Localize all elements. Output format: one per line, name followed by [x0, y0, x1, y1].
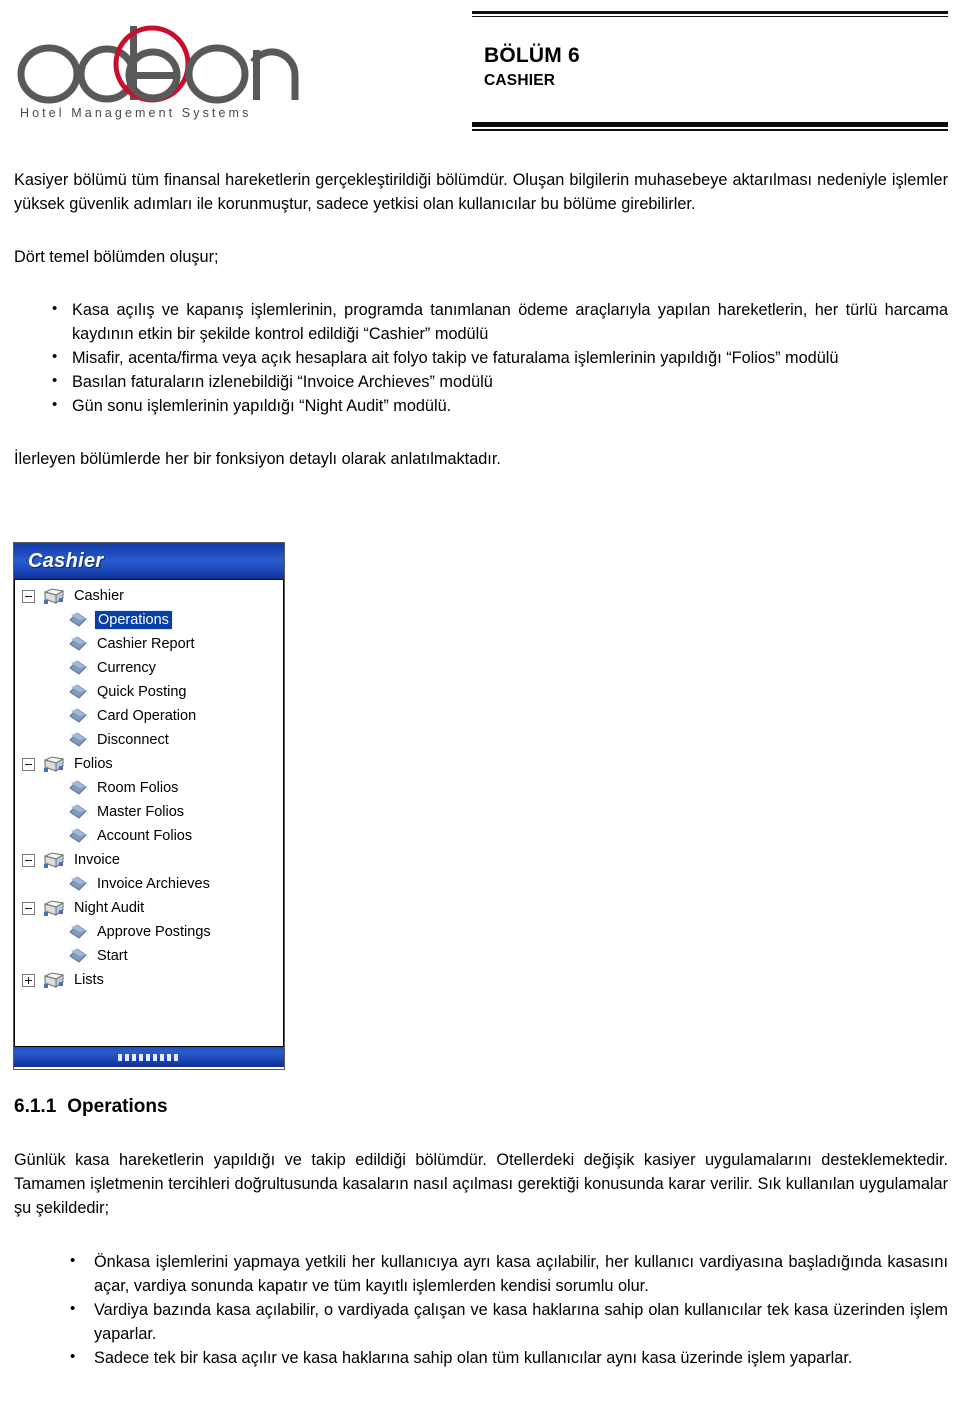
list-item: Sadece tek bir kasa açılır ve kasa hakla…	[14, 1345, 948, 1370]
section-number: 6.1.1	[14, 1096, 57, 1117]
tree-node-label: Approve Postings	[97, 924, 211, 940]
tree-node-quick-posting[interactable]: Quick Posting	[15, 680, 283, 704]
diamond-icon	[68, 827, 88, 845]
tree-node-currency[interactable]: Currency	[15, 656, 283, 680]
diamond-icon	[68, 803, 88, 821]
list-item: Vardiya bazında kasa açılabilir, o vardi…	[14, 1297, 948, 1346]
tree-node-operations[interactable]: Operations	[15, 608, 283, 632]
tree-node-room-folios[interactable]: Room Folios	[15, 776, 283, 800]
tree-node-label: Account Folios	[97, 828, 193, 844]
list-item: Gün sonu işlemlerinin yapıldığı “Night A…	[14, 393, 948, 418]
section-title: Operations	[67, 1096, 168, 1117]
folder-icon	[43, 851, 65, 869]
tree-node-approve-postings[interactable]: Approve Postings	[15, 920, 283, 944]
tree-node-folios[interactable]: Folios	[15, 752, 283, 776]
diamond-icon	[68, 779, 88, 797]
tree-node-label: Operations	[94, 610, 173, 630]
section-bullet-list: Önkasa işlemlerini yapmaya yetkili her k…	[14, 1249, 948, 1370]
collapse-icon[interactable]	[22, 853, 35, 867]
tree-resize-grip[interactable]	[14, 1046, 284, 1067]
tree-node-cashier-report[interactable]: Cashier Report	[15, 632, 283, 656]
usage-list: Önkasa işlemlerini yapmaya yetkili her k…	[14, 1249, 948, 1370]
tree-node-invoice[interactable]: Invoice	[15, 848, 283, 872]
tree-node-label: Night Audit	[74, 900, 145, 916]
folder-icon	[43, 971, 65, 989]
tree-node-label: Card Operation	[97, 708, 197, 724]
diamond-icon	[68, 731, 88, 749]
diamond-icon	[68, 875, 88, 893]
grip-dots-icon	[118, 1054, 180, 1061]
page-header: Hotel Management Systems BÖLÜM 6 CASHIER	[0, 0, 960, 150]
intro-lead-in: Dört temel bölümden oluşur;	[14, 248, 219, 266]
tree-node-label: Folios	[74, 756, 113, 772]
tree-node-label: Lists	[74, 972, 104, 988]
tree-node-label: Cashier	[74, 588, 124, 604]
expand-icon[interactable]	[22, 973, 35, 987]
tree-node-night-audit[interactable]: Night Audit	[15, 896, 283, 920]
diamond-icon	[68, 947, 88, 965]
collapse-icon[interactable]	[22, 757, 35, 771]
tree-node-master-folios[interactable]: Master Folios	[15, 800, 283, 824]
header-rule-bottom	[472, 122, 948, 131]
diamond-icon	[68, 683, 88, 701]
tree-title-bar: Cashier	[14, 543, 284, 580]
intro-closing: İlerleyen bölümlerde her bir fonksiyon d…	[14, 450, 501, 468]
tree-node-lists[interactable]: Lists	[15, 968, 283, 992]
tree-node-cashier[interactable]: Cashier	[15, 584, 283, 608]
intro-paragraph: Kasiyer bölümü tüm finansal hareketlerin…	[14, 171, 948, 213]
tree-node-label: Invoice	[74, 852, 120, 868]
list-item: Kasa açılış ve kapanış işlemlerinin, pro…	[14, 297, 948, 346]
tree-node-invoice-archieves[interactable]: Invoice Archieves	[15, 872, 283, 896]
section-heading: 6.1.1 Operations	[14, 1096, 168, 1118]
collapse-icon[interactable]	[22, 589, 35, 603]
list-item: Önkasa işlemlerini yapmaya yetkili her k…	[14, 1249, 948, 1298]
tree-node-label: Master Folios	[97, 804, 185, 820]
tree-node-label: Cashier Report	[97, 636, 195, 652]
diamond-icon	[68, 659, 88, 677]
logo-tagline: Hotel Management Systems	[20, 106, 252, 120]
section-paragraph: Günlük kasa hareketlerin yapıldığı ve ta…	[14, 1151, 948, 1217]
header-rule-top	[472, 11, 948, 17]
diamond-icon	[68, 923, 88, 941]
tree-node-label: Start	[97, 948, 128, 964]
section-body: Günlük kasa hareketlerin yapıldığı ve ta…	[14, 1148, 948, 1220]
tree-node-label: Room Folios	[97, 780, 179, 796]
tree-node-label: Disconnect	[97, 732, 169, 748]
diamond-icon	[68, 707, 88, 725]
list-item: Misafir, acenta/firma veya açık hesaplar…	[14, 345, 948, 370]
tree-node-start[interactable]: Start	[15, 944, 283, 968]
tree-node-list[interactable]: Cashier Operations Cashier Report Currency Q…	[14, 580, 284, 1046]
tree-node-disconnect[interactable]: Disconnect	[15, 728, 283, 752]
document-page: Hotel Management Systems BÖLÜM 6 CASHIER…	[0, 0, 960, 1415]
intro-section: Kasiyer bölümü tüm finansal hareketlerin…	[14, 168, 948, 471]
folder-icon	[43, 755, 65, 773]
tree-node-account-folios[interactable]: Account Folios	[15, 824, 283, 848]
chapter-name: CASHIER	[484, 72, 556, 89]
tree-node-label: Invoice Archieves	[97, 876, 210, 892]
odeon-logo: Hotel Management Systems	[12, 14, 302, 129]
tree-node-label: Quick Posting	[97, 684, 187, 700]
module-list: Kasa açılış ve kapanış işlemlerinin, pro…	[14, 297, 948, 418]
list-item: Basılan faturaların izlenebildiği “Invoi…	[14, 369, 948, 394]
diamond-icon	[68, 635, 88, 653]
chapter-number: BÖLÜM 6	[484, 44, 580, 67]
odeon-logo-icon	[17, 25, 299, 104]
tree-node-card-operation[interactable]: Card Operation	[15, 704, 283, 728]
diamond-icon	[68, 611, 88, 629]
folder-icon	[43, 899, 65, 917]
cashier-tree-window[interactable]: Cashier Cashier Operations Cashier Report C…	[13, 542, 285, 1070]
tree-node-label: Currency	[97, 660, 156, 676]
collapse-icon[interactable]	[22, 901, 35, 915]
folder-icon	[43, 587, 65, 605]
tree-title-label: Cashier	[28, 550, 104, 572]
logo-wordmark	[12, 14, 302, 106]
